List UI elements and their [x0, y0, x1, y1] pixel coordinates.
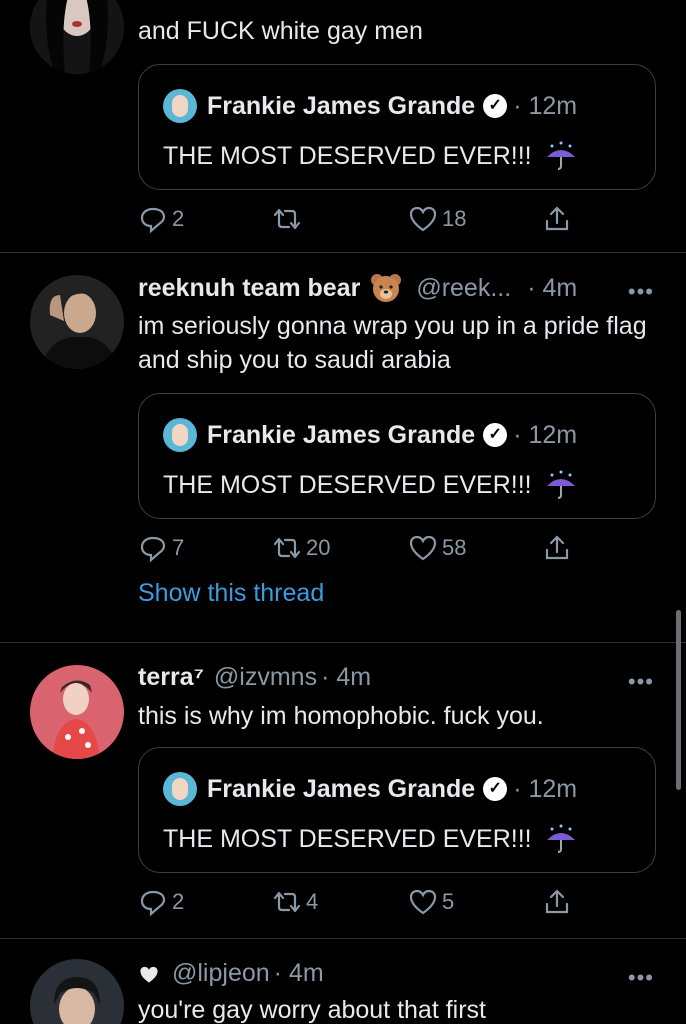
tweet-actions: 2 18: [138, 204, 578, 238]
handle[interactable]: @izvmns: [214, 663, 317, 692]
handle[interactable]: @lipjeon: [172, 959, 270, 988]
like-button[interactable]: 18: [408, 204, 466, 234]
tweet-actions: 2 4 5: [138, 887, 578, 921]
share-button[interactable]: [542, 533, 572, 563]
display-name[interactable]: terra⁷: [138, 663, 204, 692]
tweet-header: @lipjeon · 4m: [138, 959, 324, 988]
avatar: [163, 772, 197, 806]
like-count: 58: [442, 535, 467, 560]
share-icon: [545, 889, 569, 914]
scrollbar[interactable]: [676, 610, 681, 790]
avatar-image: [30, 275, 124, 369]
reply-count: 2: [172, 889, 185, 914]
quoted-tweet-text-row: THE MOST DESERVED EVER!!!: [163, 141, 578, 171]
avatar-image: [30, 665, 124, 759]
reply-button[interactable]: 7: [138, 533, 184, 563]
heart-icon: [140, 966, 158, 983]
quoted-time: · 12m: [513, 420, 578, 449]
tweet-2[interactable]: reeknuh team bear @reek... · 4m ••• im s…: [0, 253, 686, 641]
quoted-tweet[interactable]: Frankie James Grande ✓ · 12m THE MOST DE…: [138, 64, 656, 190]
quoted-tweet-text-row: THE MOST DESERVED EVER!!!: [163, 824, 578, 854]
like-button[interactable]: 58: [408, 533, 466, 563]
tweet-text: you're gay worry about that first: [138, 996, 486, 1024]
quoted-tweet-text: THE MOST DESERVED EVER!!!: [163, 470, 532, 499]
tweet-header: reeknuh team bear @reek... · 4m: [138, 273, 577, 303]
share-button[interactable]: [542, 887, 572, 917]
reply-icon: [140, 207, 166, 234]
reply-button[interactable]: 2: [138, 887, 184, 917]
avatar[interactable]: [30, 275, 124, 369]
show-thread-link[interactable]: Show this thread: [138, 579, 324, 608]
tweet-4[interactable]: @lipjeon · 4m ••• you're gay worry about…: [0, 939, 686, 1024]
retweet-count: 4: [306, 889, 319, 914]
quoted-tweet-header: Frankie James Grande ✓ · 12m: [163, 89, 577, 123]
quoted-tweet[interactable]: Frankie James Grande ✓ · 12m THE MOST DE…: [138, 393, 656, 519]
avatar-image: [30, 959, 124, 1024]
handle[interactable]: @reek...: [416, 274, 511, 303]
heart-icon: [409, 206, 437, 232]
reply-icon: [140, 536, 166, 563]
tweet-text: im seriously gonna wrap you up in a prid…: [138, 312, 647, 374]
heart-icon: [409, 535, 437, 561]
like-count: 18: [442, 206, 467, 231]
quoted-time: · 12m: [513, 774, 578, 803]
bear-face-icon: [371, 274, 402, 302]
reply-button[interactable]: 2: [138, 204, 184, 234]
quoted-tweet-text: THE MOST DESERVED EVER!!!: [163, 141, 532, 170]
tweet-1[interactable]: and FUCK white gay men Frankie James Gra…: [0, 0, 686, 252]
more-options-icon[interactable]: •••: [628, 669, 654, 695]
quoted-author-name: Frankie James Grande: [207, 91, 476, 120]
tweet-header: terra⁷ @izvmns · 4m: [138, 663, 371, 692]
more-options-icon[interactable]: •••: [628, 965, 654, 991]
heart-icon: [409, 889, 437, 915]
umbrella-rain-icon: [546, 141, 575, 170]
reply-count: 7: [172, 535, 185, 560]
avatar[interactable]: [30, 959, 124, 1024]
quoted-tweet[interactable]: Frankie James Grande ✓ · 12m THE MOST DE…: [138, 747, 656, 873]
retweet-button[interactable]: 20: [272, 533, 330, 563]
retweet-button[interactable]: 4: [272, 887, 318, 917]
like-button[interactable]: 5: [408, 887, 454, 917]
quoted-tweet-text: THE MOST DESERVED EVER!!!: [163, 824, 532, 853]
retweet-icon: [273, 891, 301, 913]
quoted-author-name: Frankie James Grande: [207, 774, 476, 803]
umbrella-rain-icon: [546, 470, 575, 499]
verified-badge-icon: ✓: [483, 777, 508, 801]
avatar: [163, 418, 197, 452]
verified-badge-icon: ✓: [483, 423, 508, 447]
share-button[interactable]: [542, 204, 572, 234]
quoted-tweet-header: Frankie James Grande ✓ · 12m: [163, 772, 577, 806]
share-icon: [545, 206, 569, 231]
quoted-time: · 12m: [513, 91, 578, 120]
avatar: [163, 89, 197, 123]
share-icon: [545, 535, 569, 560]
retweet-button[interactable]: [272, 204, 306, 234]
tweet-time: · 4m: [273, 959, 324, 987]
tweet-text: and FUCK white gay men: [138, 17, 423, 45]
tweet-text: this is why im homophobic. fuck you.: [138, 702, 544, 730]
tweet-time: · 4m: [527, 273, 578, 302]
reply-icon: [140, 890, 166, 917]
display-name[interactable]: reeknuh team bear: [138, 274, 360, 303]
retweet-icon: [273, 208, 301, 230]
retweet-icon: [273, 537, 301, 559]
avatar[interactable]: [30, 665, 124, 759]
avatar-image: [30, 0, 124, 74]
avatar[interactable]: [30, 0, 124, 74]
tweet-3[interactable]: terra⁷ @izvmns · 4m ••• this is why im h…: [0, 643, 686, 937]
tweet-time: · 4m: [321, 663, 372, 691]
verified-badge-icon: ✓: [483, 94, 508, 118]
quoted-author-name: Frankie James Grande: [207, 420, 476, 449]
tweet-actions: 7 20 58: [138, 533, 578, 567]
more-options-icon[interactable]: •••: [628, 279, 654, 305]
retweet-count: 20: [306, 535, 331, 560]
quoted-tweet-header: Frankie James Grande ✓ · 12m: [163, 418, 577, 452]
like-count: 5: [442, 889, 455, 914]
quoted-tweet-text-row: THE MOST DESERVED EVER!!!: [163, 470, 578, 500]
umbrella-rain-icon: [546, 824, 575, 853]
reply-count: 2: [172, 206, 185, 231]
